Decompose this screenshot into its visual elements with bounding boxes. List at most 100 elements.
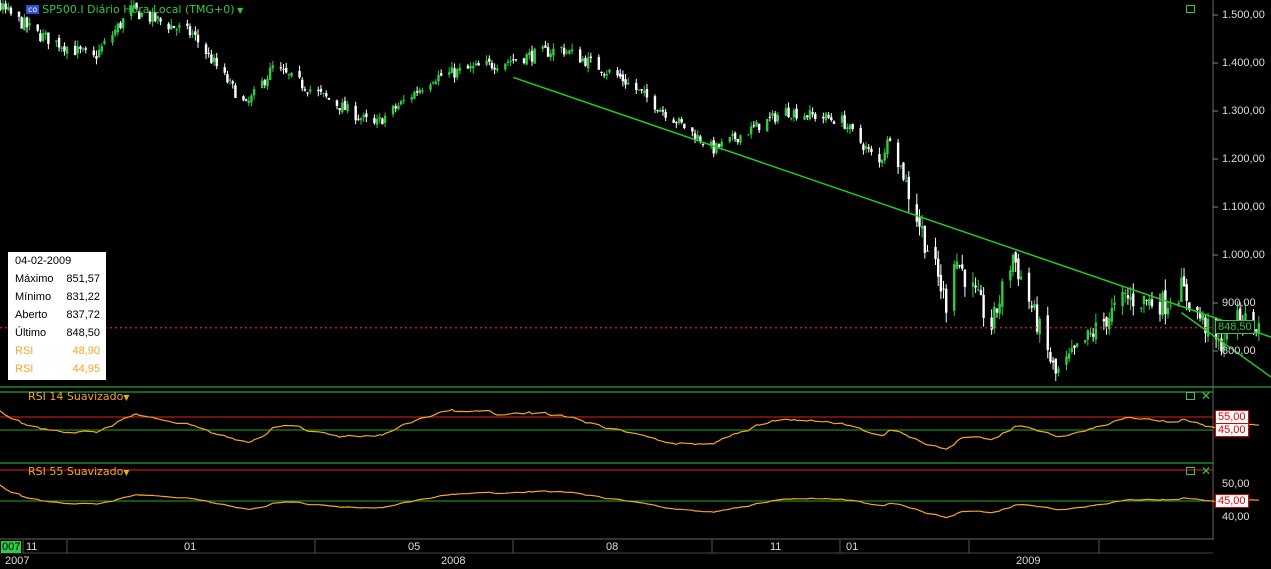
data-row-low: Mínimo 831,22 [15,291,100,307]
candle-body [661,110,665,112]
candle-body [621,74,625,82]
candle-body [1009,270,1012,281]
candle-body [282,68,285,70]
candle-body [325,93,328,97]
candle-body [958,265,961,267]
candle-body [317,89,320,92]
candle-body [434,81,438,84]
close-icon[interactable]: ✕ [1201,465,1211,477]
candle-body [231,81,234,84]
candle-body [485,60,488,65]
candle-body [247,100,250,104]
candle-body [562,47,566,55]
candle-body [870,148,873,153]
candle-body [81,48,85,50]
candle-body [378,117,381,120]
candle-body [904,180,908,182]
candle-body [1057,368,1060,373]
candle-body [290,72,293,77]
candle-body [1027,272,1031,302]
candle-body [1158,301,1162,315]
candle-body [359,118,363,121]
candle-body [848,124,852,130]
panel-maximize-icon[interactable] [1186,467,1195,475]
candle-body [450,67,454,74]
candle-body [172,26,176,29]
candle-body [902,162,905,180]
candle-body [792,110,796,118]
candle-body [1033,303,1036,309]
candle-body [522,58,526,64]
candle-body [736,138,739,143]
candle-body [119,22,122,28]
chart-type-icon[interactable]: co [26,5,40,14]
rsi55-panel-label[interactable]: RSI 55 Suavizado▼ [28,465,130,478]
candle-body [602,74,606,76]
candle-body [963,269,967,288]
candle-body [803,116,806,120]
chevron-down-icon[interactable]: ▼ [123,393,129,402]
candle-body [415,91,419,93]
candle-body [196,34,200,43]
rsi14-panel-label[interactable]: RSI 14 Suavizado▼ [28,390,130,403]
candle-body [0,2,2,10]
candle-body [806,115,809,118]
chart-canvas[interactable] [0,0,1271,569]
data-value: 44,95 [72,363,100,375]
rsi14-label-text: RSI 14 Suavizado [28,390,124,403]
candle-body [252,89,256,96]
data-row-open: Aberto 837,72 [15,309,100,325]
candle-body [338,107,341,111]
candle-body [586,57,590,69]
candle-body [584,57,587,66]
trendline [513,76,1271,338]
candle-body [113,29,117,35]
candle-body [1177,302,1180,305]
candle-body [92,50,96,56]
candle-body [790,117,793,119]
close-icon[interactable]: ✕ [1201,390,1211,402]
candle-body [263,80,267,86]
candle-body [883,152,886,161]
candle-body [859,127,862,143]
chevron-down-icon[interactable]: ▼ [123,468,129,477]
month-tick: 01 [184,541,197,553]
candle-body [7,6,10,10]
candle-body [953,264,956,311]
candle-body [394,106,397,109]
candle-body [619,73,622,77]
year-tick: 2009 [1016,555,1041,567]
chart-title-text: SP500.I Diário Hora Local (TMG+0) [42,3,235,16]
data-row-rsi55: RSI 44,95 [15,363,100,379]
candle-body [188,26,192,36]
candle-body [1065,356,1068,365]
year-tick: 2007 [5,555,30,567]
chevron-down-icon[interactable]: ▼ [235,6,243,15]
candle-body [266,78,269,87]
candle-body [373,118,376,124]
candle-body [1030,305,1033,308]
candle-body [765,118,769,132]
candle-body [1011,254,1015,272]
data-value: 48,90 [72,345,100,357]
candle-body [955,261,959,269]
candle-body [178,25,181,28]
month-tick: 01 [846,541,859,553]
candle-body [680,119,683,123]
candle-body [514,59,518,61]
candle-body [1148,298,1151,306]
candle-body [570,49,574,52]
panel-maximize-icon[interactable] [1186,5,1195,13]
candle-body [496,68,499,71]
panel-maximize-icon[interactable] [1186,392,1195,400]
candle-body [549,53,552,58]
price-tick: 1.200,00 [1222,153,1265,165]
candle-body [645,88,649,98]
chart-title[interactable]: co SP500.I Diário Hora Local (TMG+0) ▼ [26,3,243,16]
rsi55-line [0,484,1259,519]
candle-body [1180,277,1183,302]
candle-body [9,7,13,14]
candle-body [1017,258,1020,280]
candle-body [752,125,756,127]
candle-body [25,17,29,28]
